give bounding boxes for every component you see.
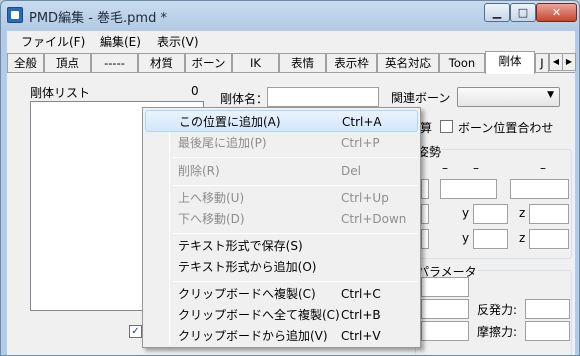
menu-item-copy-clipboard[interactable]: クリップボードへ複製(C) Ctrl+C: [145, 283, 418, 305]
tab-joint[interactable]: J: [535, 53, 549, 73]
menu-item-label: 上へ移動(U): [178, 191, 245, 205]
menu-view[interactable]: 表示(V): [157, 33, 199, 50]
tab-scroll-right-icon[interactable]: ▶: [562, 53, 576, 71]
restitution-input[interactable]: [525, 299, 570, 319]
rigidbody-name-input[interactable]: [267, 87, 379, 107]
title-bar[interactable]: PMD編集 - 巻毛.pmd * ▁ □ ✕: [1, 1, 579, 31]
menu-item-label: テキスト形式から追加(O): [178, 260, 317, 274]
menu-item-label: 下へ移動(D): [178, 212, 245, 226]
menu-separator: [173, 157, 418, 158]
menu-item-label: クリップボードから追加(V): [178, 329, 328, 343]
rigidbody-list-label: 剛体リスト: [30, 86, 91, 100]
maximize-button[interactable]: □: [510, 3, 536, 22]
menu-item-shortcut: Ctrl+B: [341, 308, 381, 322]
axis-y-label: y: [462, 206, 470, 220]
tab-display-frame[interactable]: 表示枠: [326, 53, 377, 73]
rot-y-input[interactable]: [473, 204, 508, 224]
tab-scroll-left-icon[interactable]: ◀: [549, 53, 563, 71]
axis-z-label: z: [519, 206, 526, 220]
menu-item-append-last[interactable]: 最後尾に追加(P) Ctrl+P: [145, 132, 418, 154]
tab-general[interactable]: 全般: [7, 53, 44, 73]
menu-separator: [173, 281, 418, 282]
window-title: PMD編集 - 巻毛.pmd *: [29, 11, 167, 26]
related-bone-select[interactable]: ▼: [457, 87, 560, 107]
tab-english-names[interactable]: 英名対応: [377, 53, 439, 73]
list-checkbox[interactable]: ✓: [129, 325, 142, 338]
menu-item-delete[interactable]: 削除(R) Del: [145, 160, 418, 182]
menu-item-label: 最後尾に追加(P): [178, 136, 267, 150]
param-input-2[interactable]: [421, 299, 469, 319]
menu-item-shortcut: Del: [341, 164, 361, 178]
menu-item-label: クリップボードへ全て複製(C): [178, 308, 340, 322]
menu-item-label: この位置に追加(A): [179, 115, 281, 129]
menu-item-shortcut: Ctrl+C: [341, 287, 381, 301]
tab-morph[interactable]: 表情: [279, 53, 326, 73]
menu-item-shortcut: Ctrl+V: [341, 329, 381, 343]
tab-material[interactable]: 材質: [138, 53, 185, 73]
pos-z-input[interactable]: [510, 179, 569, 199]
rigidbody-name-label: 剛体名：: [220, 92, 269, 106]
axis-y-label-2: y: [462, 231, 470, 245]
pos-x-input[interactable]: [421, 179, 429, 199]
context-menu: この位置に追加(A) Ctrl+A 最後尾に追加(P) Ctrl+P 削除(R)…: [142, 107, 421, 348]
menu-separator: [173, 233, 418, 234]
axis-z-label-2: z: [519, 231, 526, 245]
tab-strip: 全般 頂点 ----- 材質 ボーン IK 表情 表示枠 英名対応 Toon 剛…: [7, 51, 576, 74]
menu-edit[interactable]: 編集(E): [100, 33, 141, 50]
bone-position-label: ボーン位置合わせ: [458, 121, 554, 135]
tab-bone[interactable]: ボーン: [185, 53, 232, 73]
menu-item-move-down[interactable]: 下へ移動(D) Ctrl+Down: [145, 208, 418, 230]
menu-item-insert-here[interactable]: この位置に追加(A) Ctrl+A: [145, 110, 418, 132]
menu-item-move-up[interactable]: 上へ移動(U) Ctrl+Up: [145, 187, 418, 209]
param-input-1[interactable]: [421, 277, 469, 297]
tab-rigidbody[interactable]: 剛体: [485, 51, 535, 74]
calc-button[interactable]: 算: [420, 119, 432, 136]
menu-item-label: クリップボードへ複製(C): [178, 287, 316, 301]
posture-dash-1: –: [442, 161, 448, 175]
menu-item-paste-clipboard[interactable]: クリップボードから追加(V) Ctrl+V: [145, 325, 418, 347]
scale-z-input[interactable]: [529, 229, 569, 249]
menu-item-shortcut: Ctrl+Up: [341, 191, 389, 205]
restitution-label: 反発力:: [477, 303, 518, 317]
friction-input[interactable]: [525, 321, 570, 341]
tab-ik[interactable]: IK: [232, 53, 279, 73]
tab-dashes[interactable]: -----: [91, 53, 138, 73]
bone-position-checkbox[interactable]: [440, 120, 453, 133]
menu-item-label: 削除(R): [178, 164, 220, 178]
rigidbody-count: 0: [191, 84, 199, 98]
param-input-3[interactable]: [421, 321, 469, 341]
scale-x-input[interactable]: [421, 229, 429, 249]
app-icon[interactable]: [7, 7, 23, 23]
posture-dash-2: –: [473, 161, 479, 175]
posture-dash-3: –: [540, 161, 546, 175]
menu-file[interactable]: ファイル(F): [21, 33, 85, 50]
chevron-down-icon: ▼: [547, 90, 554, 100]
related-bone-label: 関連ボーン: [391, 91, 451, 105]
menu-bar: ファイル(F) 編集(E) 表示(V): [7, 31, 575, 51]
menu-item-shortcut: Ctrl+Down: [341, 212, 407, 226]
menu-item-label: テキスト形式で保存(S): [178, 239, 303, 253]
tab-vertex[interactable]: 頂点: [44, 53, 91, 73]
menu-item-save-text[interactable]: テキスト形式で保存(S): [145, 235, 418, 257]
rot-x-input[interactable]: [421, 204, 429, 224]
menu-item-add-from-text[interactable]: テキスト形式から追加(O): [145, 256, 418, 278]
app-window: PMD編集 - 巻毛.pmd * ▁ □ ✕ ファイル(F) 編集(E) 表示(…: [0, 0, 580, 356]
close-button[interactable]: ✕: [536, 3, 577, 22]
scale-y-input[interactable]: [473, 229, 508, 249]
menu-separator: [173, 185, 418, 186]
friction-label: 摩擦力:: [477, 325, 518, 339]
pos-y-input[interactable]: [440, 179, 497, 199]
tab-toon[interactable]: Toon: [439, 53, 485, 73]
minimize-button[interactable]: ▁: [484, 3, 510, 22]
rot-z-input[interactable]: [529, 204, 569, 224]
menu-item-shortcut: Ctrl+P: [341, 136, 380, 150]
menu-item-shortcut: Ctrl+A: [342, 115, 382, 129]
menu-item-copy-all-clipboard[interactable]: クリップボードへ全て複製(C) Ctrl+B: [145, 304, 418, 326]
